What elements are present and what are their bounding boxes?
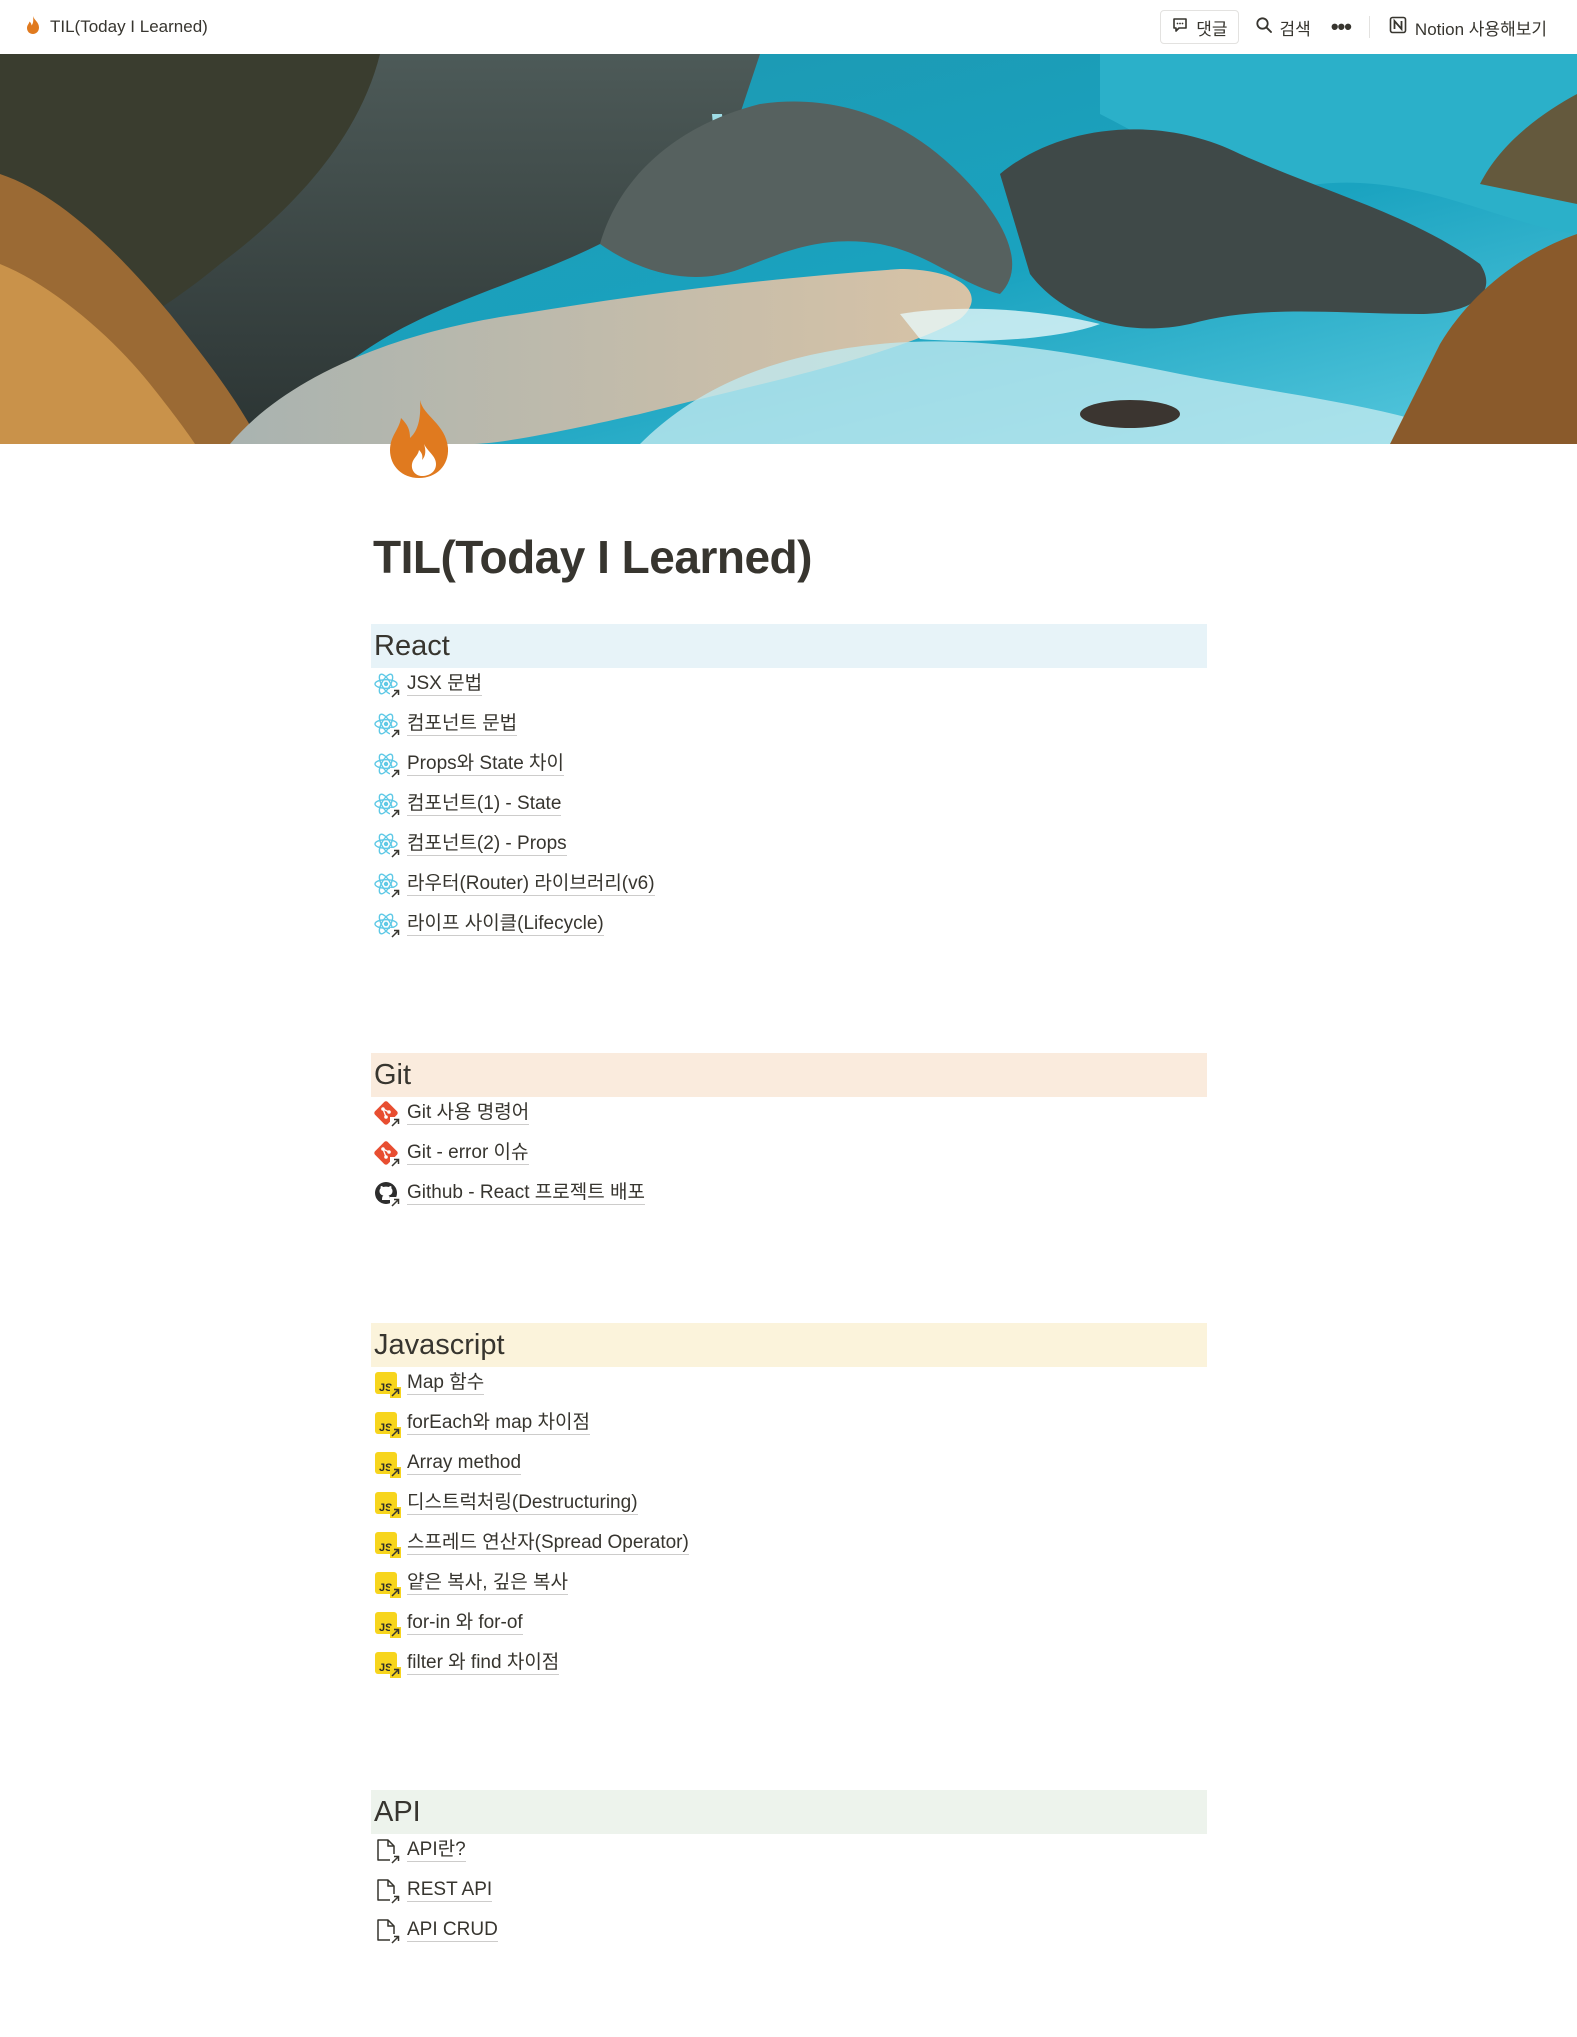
list-item[interactable]: Git - error 이슈 xyxy=(371,1133,1207,1173)
section-javascript: Javascript JS Map 함수 JS forEach와 map 차이점 J… xyxy=(371,1323,1207,1683)
link-label: API란? xyxy=(407,1839,466,1862)
react-icon xyxy=(373,751,401,779)
try-notion-button[interactable]: Notion 사용해보기 xyxy=(1378,10,1557,44)
list-item[interactable]: Git 사용 명령어 xyxy=(371,1093,1207,1133)
link-label: 디스트럭처링(Destructuring) xyxy=(407,1492,638,1515)
link-label: API CRUD xyxy=(407,1919,498,1942)
list-item[interactable]: Github - React 프로젝트 배포 xyxy=(371,1173,1207,1213)
list-item[interactable]: JSX 문법 xyxy=(371,664,1207,704)
page-link-icon xyxy=(373,1877,401,1905)
cover-image xyxy=(0,54,1577,444)
topbar-actions: 댓글 검색 ••• Notion 사용해보기 xyxy=(1160,10,1557,44)
page-fire-icon[interactable] xyxy=(386,398,454,480)
comment-icon xyxy=(1171,16,1189,39)
js-icon: JS xyxy=(373,1610,401,1638)
github-icon xyxy=(373,1180,401,1208)
js-icon: JS xyxy=(373,1490,401,1518)
js-icon: JS xyxy=(373,1530,401,1558)
javascript-link-list: JS Map 함수 JS forEach와 map 차이점 JS Array meth… xyxy=(371,1363,1207,1683)
git-icon xyxy=(373,1140,401,1168)
link-label: Git - error 이슈 xyxy=(407,1142,529,1165)
link-label: 라우터(Router) 라이브러리(v6) xyxy=(407,873,655,896)
section-git: Git Git 사용 명령어 Git - error 이슈 Github - R… xyxy=(371,1053,1207,1213)
link-label: JSX 문법 xyxy=(407,673,483,696)
list-item[interactable]: 컴포넌트(2) - Props xyxy=(371,824,1207,864)
link-label: REST API xyxy=(407,1879,493,1902)
link-label: Array method xyxy=(407,1452,522,1475)
comment-button[interactable]: 댓글 xyxy=(1160,10,1239,44)
list-item[interactable]: JS 스프레드 연산자(Spread Operator) xyxy=(371,1523,1207,1563)
link-label: 컴포넌트(2) - Props xyxy=(407,833,567,856)
list-item[interactable]: JS 얕은 복사, 깊은 복사 xyxy=(371,1563,1207,1603)
breadcrumb-title: TIL(Today I Learned) xyxy=(50,17,208,36)
link-label: Map 함수 xyxy=(407,1372,485,1395)
breadcrumb[interactable]: TIL(Today I Learned) xyxy=(20,14,212,40)
list-item[interactable]: JS forEach와 map 차이점 xyxy=(371,1403,1207,1443)
list-item[interactable]: 라이프 사이클(Lifecycle) xyxy=(371,904,1207,944)
list-item[interactable]: JS filter 와 find 차이점 xyxy=(371,1643,1207,1683)
link-label: 컴포넌트(1) - State xyxy=(407,793,562,816)
section-heading: API xyxy=(371,1790,1207,1834)
section-react: React JSX 문법 컴포넌트 문법 Props와 State 차이 컴포넌… xyxy=(371,624,1207,944)
notion-logo-icon xyxy=(1388,15,1408,40)
link-label: 라이프 사이클(Lifecycle) xyxy=(407,913,604,936)
section-heading: React xyxy=(371,624,1207,668)
js-icon: JS xyxy=(373,1450,401,1478)
js-icon: JS xyxy=(373,1650,401,1678)
list-item[interactable]: REST API xyxy=(371,1870,1207,1910)
list-item[interactable]: JS Array method xyxy=(371,1443,1207,1483)
list-item[interactable]: API란? xyxy=(371,1830,1207,1870)
api-link-list: API란? REST API API CRUD xyxy=(371,1830,1207,1950)
js-icon: JS xyxy=(373,1370,401,1398)
react-icon xyxy=(373,791,401,819)
link-label: forEach와 map 차이점 xyxy=(407,1412,590,1435)
link-label: Props와 State 차이 xyxy=(407,753,564,776)
link-label: 스프레드 연산자(Spread Operator) xyxy=(407,1532,689,1555)
react-icon xyxy=(373,871,401,899)
more-options-button[interactable]: ••• xyxy=(1321,10,1361,44)
link-label: filter 와 find 차이점 xyxy=(407,1652,560,1675)
search-label: 검색 xyxy=(1279,19,1311,39)
section-api: API API란? REST API API CRUD xyxy=(371,1790,1207,1950)
try-notion-label: Notion 사용해보기 xyxy=(1414,19,1547,39)
comment-label: 댓글 xyxy=(1196,19,1228,39)
link-label: 얕은 복사, 깊은 복사 xyxy=(407,1572,568,1595)
react-icon xyxy=(373,671,401,699)
top-bar: TIL(Today I Learned) 댓글 검색 ••• Notion 사용… xyxy=(0,0,1577,54)
list-item[interactable]: 컴포넌트(1) - State xyxy=(371,784,1207,824)
js-icon: JS xyxy=(373,1410,401,1438)
list-item[interactable]: JS 디스트럭처링(Destructuring) xyxy=(371,1483,1207,1523)
js-icon: JS xyxy=(373,1570,401,1598)
git-link-list: Git 사용 명령어 Git - error 이슈 Github - React… xyxy=(371,1093,1207,1213)
link-label: 컴포넌트 문법 xyxy=(407,713,518,736)
git-icon xyxy=(373,1100,401,1128)
fire-icon xyxy=(24,15,42,40)
search-icon xyxy=(1255,16,1273,39)
section-heading: Javascript xyxy=(371,1323,1207,1367)
react-icon xyxy=(373,911,401,939)
list-item[interactable]: Props와 State 차이 xyxy=(371,744,1207,784)
list-item[interactable]: 컴포넌트 문법 xyxy=(371,704,1207,744)
section-heading: Git xyxy=(371,1053,1207,1097)
link-label: for-in 와 for-of xyxy=(407,1612,523,1635)
react-icon xyxy=(373,831,401,859)
react-icon xyxy=(373,711,401,739)
divider xyxy=(1368,16,1370,38)
page-link-icon xyxy=(373,1917,401,1945)
list-item[interactable]: 라우터(Router) 라이브러리(v6) xyxy=(371,864,1207,904)
list-item[interactable]: API CRUD xyxy=(371,1910,1207,1950)
link-label: Github - React 프로젝트 배포 xyxy=(407,1182,645,1205)
link-label: Git 사용 명령어 xyxy=(407,1102,530,1125)
react-link-list: JSX 문법 컴포넌트 문법 Props와 State 차이 컴포넌트(1) -… xyxy=(371,664,1207,944)
list-item[interactable]: JS Map 함수 xyxy=(371,1363,1207,1403)
list-item[interactable]: JS for-in 와 for-of xyxy=(371,1603,1207,1643)
search-button[interactable]: 검색 xyxy=(1245,10,1321,44)
page-link-icon xyxy=(373,1837,401,1865)
page-title: TIL(Today I Learned) xyxy=(373,531,812,583)
